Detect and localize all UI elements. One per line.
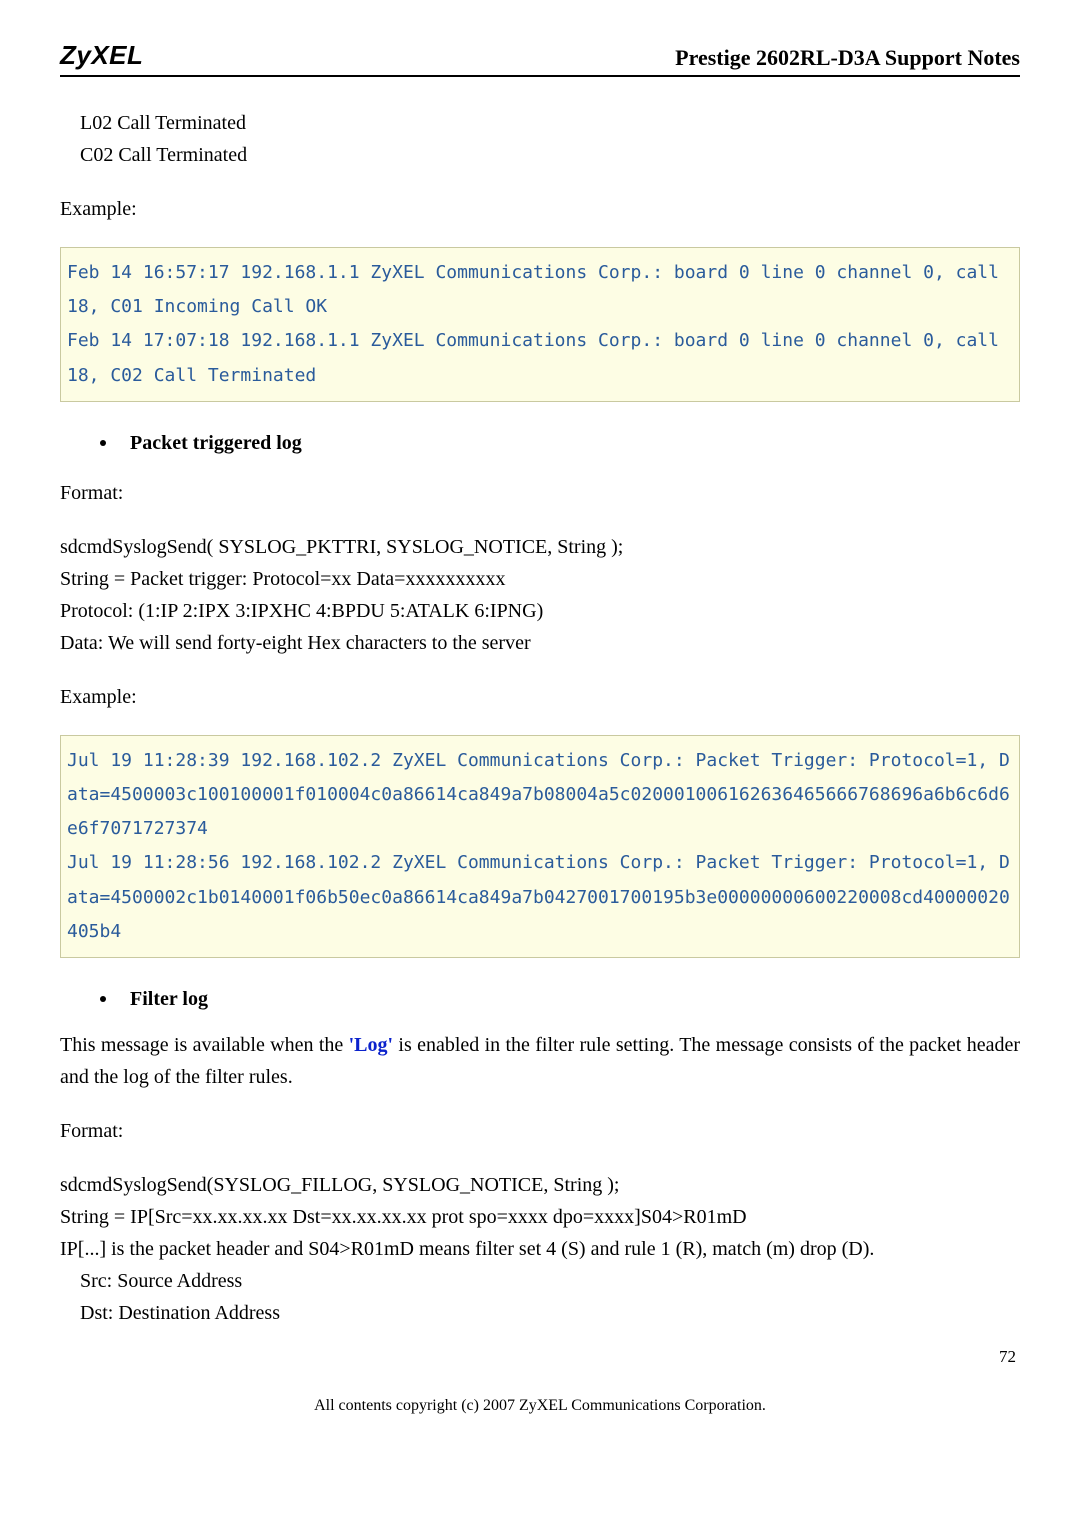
brand-logo: ZyXEL <box>60 40 143 71</box>
filter-format-dst: Dst: Destination Address <box>60 1297 1020 1329</box>
filter-text-pre: This message is available when the <box>60 1034 349 1056</box>
bullet-icon <box>100 996 106 1002</box>
code-line: Feb 14 17:07:18 192.168.1.1 ZyXEL Commun… <box>67 324 1013 392</box>
footer-copyright: All contents copyright (c) 2007 ZyXEL Co… <box>60 1397 1020 1415</box>
packet-format-line: Protocol: (1:IP 2:IPX 3:IPXHC 4:BPDU 5:A… <box>60 595 1020 627</box>
filter-format-src: Src: Source Address <box>60 1265 1020 1297</box>
code-line: Jul 19 11:28:39 192.168.102.2 ZyXEL Comm… <box>67 744 1013 847</box>
example-label-2: Example: <box>60 681 1020 713</box>
bullet-label: Packet triggered log <box>130 432 302 455</box>
page-number: 72 <box>60 1347 1020 1367</box>
bullet-filter-log: Filter log <box>100 988 1020 1011</box>
packet-format-line: Data: We will send forty-eight Hex chara… <box>60 627 1020 659</box>
bullet-icon <box>100 440 106 446</box>
bullet-label: Filter log <box>130 988 208 1011</box>
log-keyword: 'Log' <box>349 1034 393 1056</box>
format-label-2: Format: <box>60 1115 1020 1147</box>
filter-log-paragraph: This message is available when the 'Log'… <box>60 1029 1020 1093</box>
filter-format-line: sdcmdSyslogSend(SYSLOG_FILLOG, SYSLOG_NO… <box>60 1169 1020 1201</box>
call-terminated-c02: C02 Call Terminated <box>60 139 1020 171</box>
filter-format-line: IP[...] is the packet header and S04>R01… <box>60 1233 1020 1265</box>
doc-title: Prestige 2602RL-D3A Support Notes <box>675 45 1020 71</box>
code-line: Feb 14 16:57:17 192.168.1.1 ZyXEL Commun… <box>67 256 1013 324</box>
example-label-1: Example: <box>60 193 1020 225</box>
packet-format-line: String = Packet trigger: Protocol=xx Dat… <box>60 563 1020 595</box>
format-label-1: Format: <box>60 477 1020 509</box>
bullet-packet-triggered: Packet triggered log <box>100 432 1020 455</box>
packet-format-line: sdcmdSyslogSend( SYSLOG_PKTTRI, SYSLOG_N… <box>60 531 1020 563</box>
code-line: Jul 19 11:28:56 192.168.102.2 ZyXEL Comm… <box>67 846 1013 949</box>
filter-format-line: String = IP[Src=xx.xx.xx.xx Dst=xx.xx.xx… <box>60 1201 1020 1233</box>
code-block-call-log: Feb 14 16:57:17 192.168.1.1 ZyXEL Commun… <box>60 247 1020 402</box>
call-terminated-l02: L02 Call Terminated <box>60 107 1020 139</box>
code-block-packet-trigger: Jul 19 11:28:39 192.168.102.2 ZyXEL Comm… <box>60 735 1020 958</box>
page-header: ZyXEL Prestige 2602RL-D3A Support Notes <box>60 40 1020 77</box>
